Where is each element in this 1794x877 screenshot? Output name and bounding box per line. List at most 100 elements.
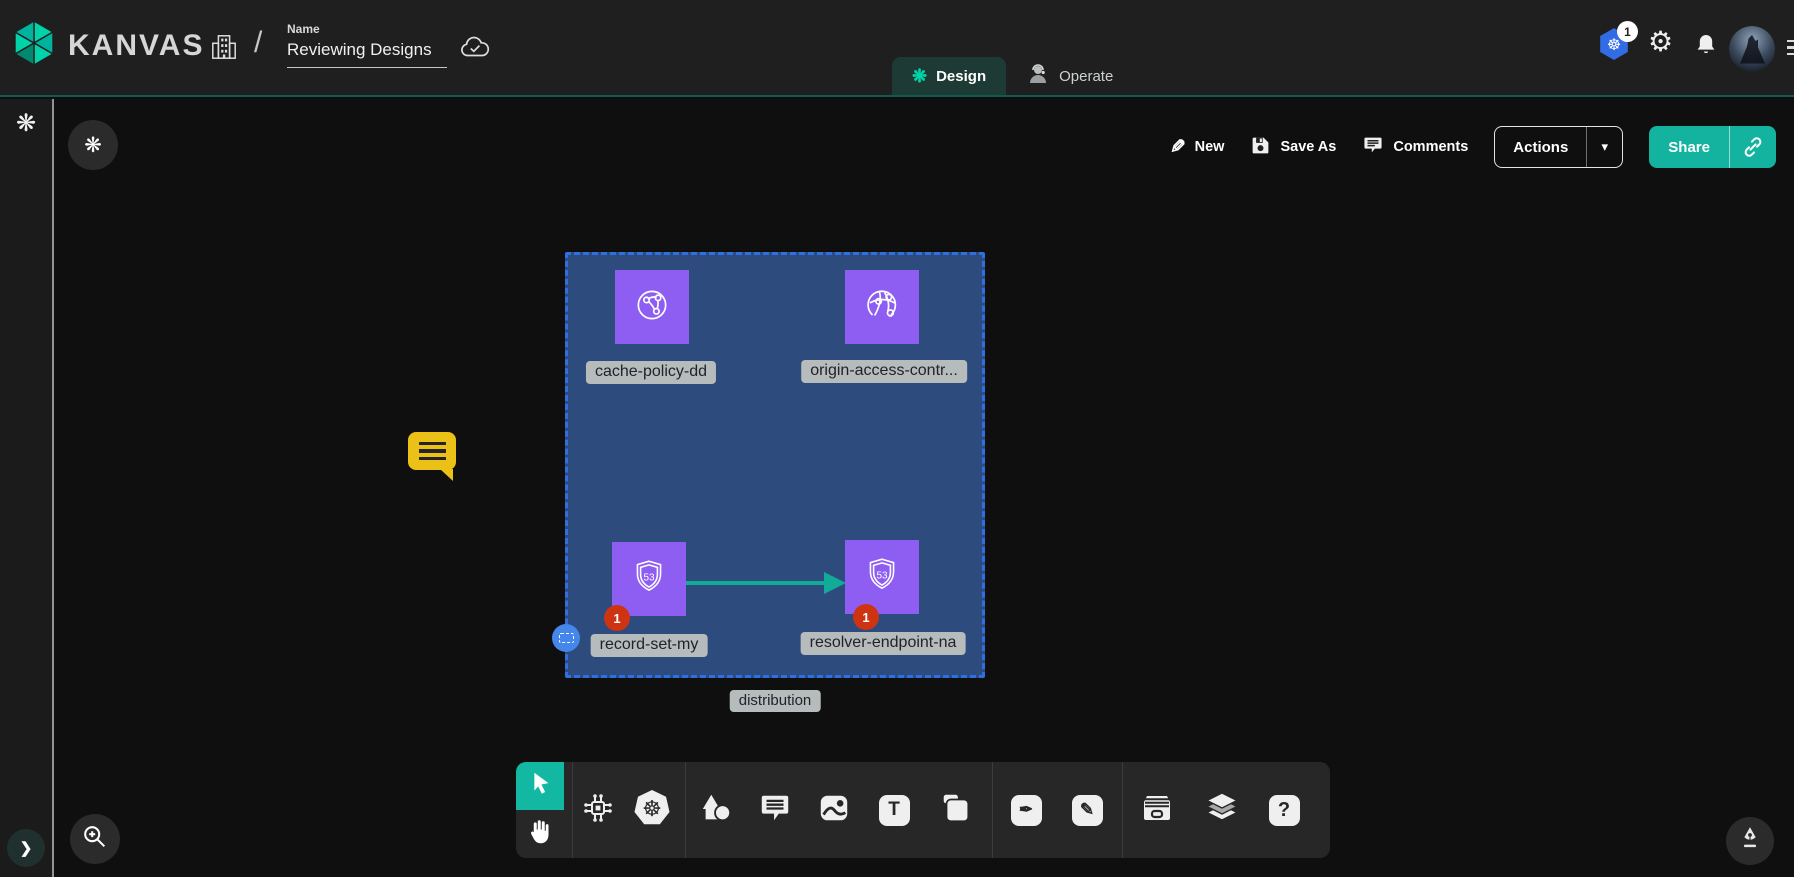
svg-text:53: 53 [876, 570, 888, 581]
settings-gear-icon[interactable]: ⚙ [1648, 28, 1673, 56]
tab-operate-label: Operate [1059, 68, 1113, 85]
design-pen-button[interactable] [1726, 817, 1774, 865]
node-label-cache-policy: cache-policy-dd [586, 361, 716, 384]
shapes-tool[interactable] [696, 790, 736, 830]
design-name-field: Name [287, 22, 447, 68]
copy-link-icon[interactable] [1729, 126, 1776, 168]
new-label: New [1195, 139, 1225, 155]
actions-label: Actions [1495, 127, 1586, 167]
notifications-bell-icon[interactable] [1694, 32, 1718, 63]
kanvas-hexagon-icon [12, 20, 56, 71]
kubernetes-tool[interactable]: ☸ [632, 790, 672, 830]
actions-dropdown-button[interactable]: Actions ▾ [1494, 126, 1623, 168]
text-tool-icon: T [879, 795, 910, 826]
comments-bubble-icon [1362, 134, 1384, 160]
kubernetes-context-count-badge: 1 [1617, 21, 1638, 42]
saved-cloud-icon [459, 35, 491, 66]
tab-operate[interactable]: Operate [1006, 57, 1133, 95]
share-label: Share [1649, 126, 1729, 168]
design-name-input[interactable] [287, 36, 447, 68]
group-label-distribution: distribution [730, 690, 821, 712]
pen-nib-icon [1737, 825, 1763, 857]
comments-label: Comments [1393, 139, 1468, 155]
asterisk-icon: ❋ [84, 133, 102, 158]
node-label-resolver-endpoint: resolver-endpoint-na [801, 632, 966, 655]
component-tool[interactable] [578, 790, 618, 830]
group-collapse-handle[interactable] [552, 624, 580, 652]
node-cache-policy[interactable] [615, 270, 689, 344]
save-floppy-icon [1250, 135, 1271, 160]
node-label-origin-access: origin-access-contr... [801, 360, 967, 383]
pencil-draw-icon: ✎ [1072, 795, 1103, 826]
design-spiral-icon: ❋ [912, 67, 927, 85]
user-avatar[interactable] [1729, 26, 1775, 72]
pen-path-icon: ✒ [1011, 795, 1042, 826]
sidebar-expand-button[interactable]: ❯ [7, 829, 45, 867]
origin-access-control-icon [861, 284, 903, 331]
meshery-spiral-icon[interactable]: ❋ [0, 109, 52, 138]
help-question-icon: ? [1269, 795, 1300, 826]
kubernetes-context-button[interactable]: ☸ 1 [1598, 27, 1632, 63]
shapes-icon [699, 791, 733, 830]
node-resolver-endpoint[interactable]: 53 [845, 540, 919, 614]
tab-design[interactable]: ❋ Design [892, 57, 1006, 95]
record-set-error-badge[interactable]: 1 [604, 605, 630, 631]
pencil-tool[interactable]: ✎ [1067, 790, 1107, 830]
kanvas-app: KANVAS / Name [0, 0, 1794, 877]
save-as-label: Save As [1280, 139, 1336, 155]
sticky-note-icon [939, 791, 973, 830]
note-tool[interactable] [936, 790, 976, 830]
tab-design-label: Design [936, 68, 986, 85]
drawer-tool[interactable] [1137, 790, 1177, 830]
svg-text:53: 53 [643, 572, 655, 583]
pan-tool[interactable] [516, 810, 564, 858]
drawer-archive-icon [1139, 790, 1175, 831]
text-tool[interactable]: T [874, 790, 914, 830]
overflow-menu-icon[interactable] [1787, 40, 1794, 59]
design-name-label: Name [287, 22, 447, 36]
image-icon [817, 791, 851, 830]
canvas-comment-marker[interactable] [408, 432, 456, 470]
layers-stack-icon [1203, 790, 1241, 831]
cloudfront-cache-policy-icon [631, 284, 673, 331]
comment-tool[interactable] [755, 790, 795, 830]
mode-tabs: ❋ Design Operate [892, 57, 1133, 95]
operate-person-icon [1026, 62, 1050, 90]
kubernetes-wheel-icon: ☸ [633, 789, 671, 832]
share-button[interactable]: Share [1649, 126, 1776, 168]
node-record-set[interactable]: 53 [612, 542, 686, 616]
breadcrumb-separator: / [254, 26, 262, 60]
layers-tool[interactable] [1202, 790, 1242, 830]
resolver-endpoint-error-badge[interactable]: 1 [853, 604, 879, 630]
save-as-button[interactable]: Save As [1250, 135, 1336, 160]
chip-icon [580, 790, 616, 831]
kanvas-logo[interactable]: KANVAS [12, 20, 204, 71]
zoom-in-button[interactable] [70, 814, 120, 864]
canvas-widgets-button[interactable]: ❋ [68, 120, 118, 170]
node-label-record-set: record-set-my [591, 634, 708, 657]
route53-resolver-endpoint-icon: 53 [861, 554, 903, 601]
node-origin-access-control[interactable] [845, 270, 919, 344]
edge-record-set-to-resolver[interactable] [686, 581, 826, 585]
media-tool[interactable] [814, 790, 854, 830]
svg-text:☸: ☸ [642, 795, 662, 820]
header-bar: KANVAS / Name [0, 0, 1794, 97]
help-tool[interactable]: ? [1264, 790, 1304, 830]
magnifier-plus-icon [81, 823, 109, 856]
svg-text:☸: ☸ [1607, 37, 1621, 54]
brand-name: KANVAS [68, 29, 204, 63]
pen-tool[interactable]: ✒ [1006, 790, 1046, 830]
route53-record-set-icon: 53 [628, 556, 670, 603]
canvas-toolbar: ☸ [516, 762, 1330, 858]
organization-icon[interactable] [210, 31, 238, 68]
hand-icon [525, 817, 555, 852]
left-sidebar: ❋ ❯ [0, 99, 54, 877]
new-pencil-icon: ✎ [1170, 138, 1186, 157]
new-button[interactable]: ✎ New [1170, 138, 1225, 157]
design-actions-row: ✎ New Save As Comments [1170, 126, 1776, 168]
comment-marker-tail [440, 469, 453, 481]
comment-bubble-icon [758, 791, 792, 830]
comments-button[interactable]: Comments [1362, 134, 1468, 160]
chevron-down-icon[interactable]: ▾ [1586, 127, 1622, 167]
select-tool[interactable] [516, 762, 564, 810]
